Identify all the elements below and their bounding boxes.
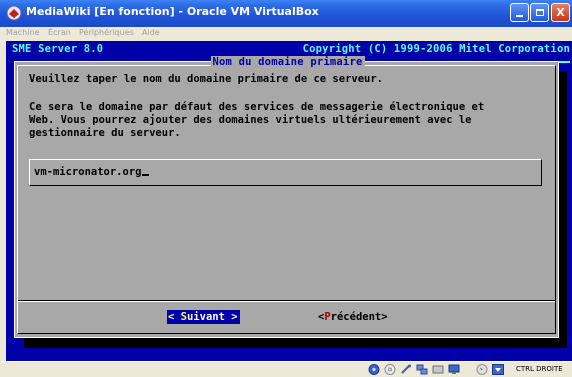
previous-button[interactable]: <Précédent>: [318, 311, 388, 323]
dialog-title-text: Nom du domaine primaire: [210, 56, 365, 68]
usb-icon[interactable]: [400, 364, 412, 375]
host-key-label: CTRL DROITE: [516, 365, 563, 373]
previous-button-close: >: [381, 311, 388, 323]
virtualbox-app-icon: [6, 5, 22, 21]
window-title: MediaWiki [En fonction] - Oracle VM Virt…: [26, 5, 319, 18]
console-header-right: Copyright (C) 1999-2006 Mitel Corporatio…: [302, 43, 570, 55]
dialog-shadow-bottom: [24, 338, 567, 348]
minimize-button[interactable]: [510, 3, 529, 22]
dialog-description: Ce sera le domaine par défaut des servic…: [29, 101, 549, 140]
close-button[interactable]: X: [551, 3, 570, 22]
status-bar: CTRL DROITE: [0, 361, 572, 377]
maximize-button[interactable]: [530, 3, 549, 22]
shared-folders-icon[interactable]: [432, 364, 444, 375]
maximize-icon: [535, 9, 544, 16]
dialog-shadow: [559, 71, 567, 348]
host-key-arrow-icon[interactable]: [492, 364, 504, 375]
previous-button-label: récédent: [330, 311, 382, 323]
menu-machine[interactable]: Machine: [6, 28, 40, 37]
description-line: Ce sera le domaine par défaut des servic…: [29, 101, 485, 113]
close-icon: X: [556, 6, 565, 19]
next-button-close: >: [224, 311, 238, 323]
text-cursor: [142, 174, 150, 176]
menu-peripheriques[interactable]: Périphériques: [79, 28, 134, 37]
domain-name-input[interactable]: vm-micronator.org: [29, 159, 542, 186]
menu-aide[interactable]: Aide: [142, 28, 160, 37]
description-line: gestionnaire du serveur.: [29, 127, 181, 139]
hard-disk-icon[interactable]: [368, 364, 380, 375]
next-button[interactable]: < Suivant >: [167, 310, 240, 324]
dialog-title: Nom du domaine primaire: [15, 56, 560, 68]
dialog-prompt: Veuillez taper le nom du domaine primair…: [29, 73, 384, 85]
menu-bar: Machine Écran Périphériques Aide: [0, 27, 572, 39]
domain-name-value: vm-micronator.org: [34, 166, 150, 178]
mouse-integration-icon[interactable]: [476, 364, 488, 375]
vm-console-screen[interactable]: SME Server 8.0 Copyright (C) 1999-2006 M…: [6, 41, 572, 361]
next-button-open: <: [168, 311, 181, 323]
console-header-left: SME Server 8.0: [12, 43, 104, 55]
next-button-label: uivant: [186, 311, 225, 323]
domain-dialog: Nom du domaine primaire Veuillez taper l…: [14, 56, 559, 338]
window-titlebar[interactable]: MediaWiki [En fonction] - Oracle VM Virt…: [0, 0, 572, 28]
network-icon[interactable]: [416, 364, 428, 375]
menu-ecran[interactable]: Écran: [48, 28, 71, 37]
dialog-separator: [18, 300, 555, 302]
cd-icon[interactable]: [384, 364, 396, 375]
display-icon[interactable]: [448, 364, 460, 375]
minimize-icon: [516, 15, 523, 17]
description-line: Web. Vous pourrez ajouter des domaines v…: [29, 114, 472, 126]
domain-name-text: vm-micronator.org: [34, 166, 142, 178]
